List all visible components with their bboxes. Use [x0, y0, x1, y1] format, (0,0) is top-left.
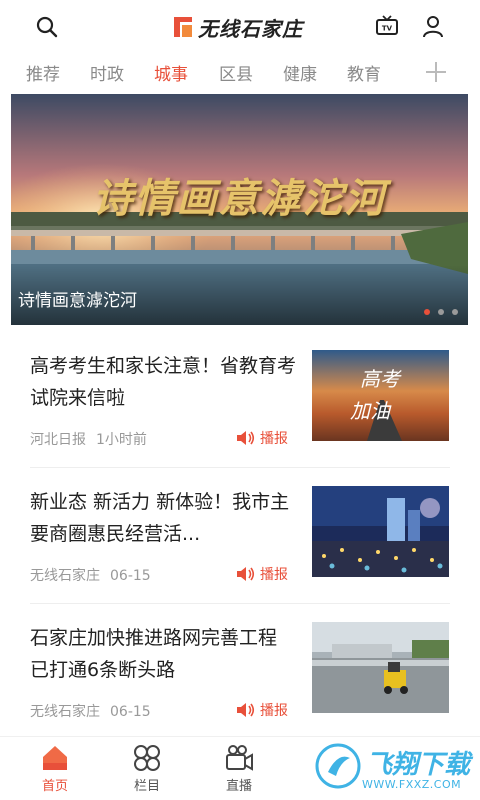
article-thumbnail[interactable] [312, 622, 449, 713]
banner-overlay-title: 诗情画意滹沱河 [92, 175, 387, 222]
broadcast-label: 播报 [260, 703, 288, 719]
article-title[interactable]: 石家庄加快推进路网完善工程 已打通6条断头路 [30, 622, 300, 686]
banner-carousel[interactable]: 诗情画意滹沱河 诗情画意滹沱河 [11, 94, 468, 325]
category-tabs: 推荐 时政 城事 区县 健康 教育 [0, 56, 480, 92]
thumb-text-2: 加油 [350, 399, 392, 423]
svg-text:TV: TV [382, 25, 393, 33]
broadcast-button[interactable]: 播报 [236, 428, 288, 448]
nav-home[interactable]: 首页 [25, 743, 85, 794]
broadcast-label: 播报 [260, 431, 288, 447]
add-tab-icon[interactable] [424, 60, 448, 84]
article-meta: 无线石家庄 06-15 [30, 701, 151, 721]
watermark-url: WWW.FXXZ.COM [362, 778, 462, 791]
thumbnail-image [312, 622, 449, 713]
carousel-dot[interactable] [438, 309, 444, 315]
watermark-logo-icon [315, 743, 361, 789]
banner-caption: 诗情画意滹沱河 [18, 291, 137, 311]
article-title[interactable]: 高考考生和家长注意！省教育考试院来信啦 [30, 350, 300, 414]
article-thumbnail[interactable]: 高考 加油 [312, 350, 449, 441]
broadcast-button[interactable]: 播报 [236, 564, 288, 584]
nav-live-label: 直播 [225, 779, 252, 794]
search-icon[interactable] [34, 14, 60, 40]
grid-icon [134, 745, 160, 771]
carousel-indicator [424, 309, 458, 315]
article-title[interactable]: 新业态 新活力 新体验！我市主要商圈惠民经营活... [30, 486, 300, 550]
broadcast-button[interactable]: 播报 [236, 700, 288, 720]
article-thumbnail[interactable] [312, 486, 449, 577]
divider [30, 603, 450, 604]
app-logo: 无线石家庄 [172, 12, 303, 42]
app-name: 无线石家庄 [198, 16, 303, 41]
article-time: 1小时前 [96, 432, 147, 448]
tab-education[interactable]: 教育 [347, 60, 381, 85]
tv-icon[interactable]: TV [374, 14, 400, 40]
article-source: 无线石家庄 [30, 568, 100, 584]
video-camera-icon [226, 745, 253, 771]
nav-columns-label: 栏目 [133, 779, 160, 794]
tab-districts[interactable]: 区县 [219, 60, 253, 85]
thumbnail-image [312, 486, 449, 577]
thumbnail-image: 高考 加油 [312, 350, 449, 441]
broadcast-label: 播报 [260, 567, 288, 583]
article-time: 06-15 [110, 568, 151, 584]
article-meta: 无线石家庄 06-15 [30, 565, 151, 585]
thumb-text-1: 高考 [360, 367, 402, 391]
tab-politics[interactable]: 时政 [90, 60, 124, 85]
nav-live[interactable]: 直播 [209, 743, 269, 794]
site-watermark: 飞翔下载 WWW.FXXZ.COM [312, 736, 472, 796]
carousel-dot[interactable] [452, 309, 458, 315]
article-meta: 河北日报 1小时前 [30, 429, 147, 449]
speaker-icon [237, 431, 255, 445]
carousel-dot[interactable] [424, 309, 430, 315]
top-bar: 无线石家庄 TV [0, 0, 480, 52]
nav-columns[interactable]: 栏目 [117, 743, 177, 794]
watermark-brand: 飞翔下载 [366, 750, 471, 780]
article-item[interactable]: 高考考生和家长注意！省教育考试院来信啦 河北日报 1小时前 播报 高考 加油 [0, 350, 480, 486]
speaker-icon [237, 703, 255, 717]
home-icon [43, 746, 67, 770]
article-source: 无线石家庄 [30, 704, 100, 720]
speaker-icon [237, 567, 255, 581]
logo-mark-icon [174, 17, 192, 37]
nav-home-label: 首页 [41, 779, 68, 794]
divider [30, 467, 450, 468]
article-item[interactable]: 新业态 新活力 新体验！我市主要商圈惠民经营活... 无线石家庄 06-15 播报 [0, 486, 480, 622]
tab-city[interactable]: 城事 [154, 60, 188, 85]
article-source: 河北日报 [30, 432, 86, 448]
user-icon[interactable] [420, 13, 446, 39]
article-time: 06-15 [110, 704, 151, 720]
tab-health[interactable]: 健康 [283, 60, 317, 85]
tab-recommend[interactable]: 推荐 [26, 60, 60, 85]
